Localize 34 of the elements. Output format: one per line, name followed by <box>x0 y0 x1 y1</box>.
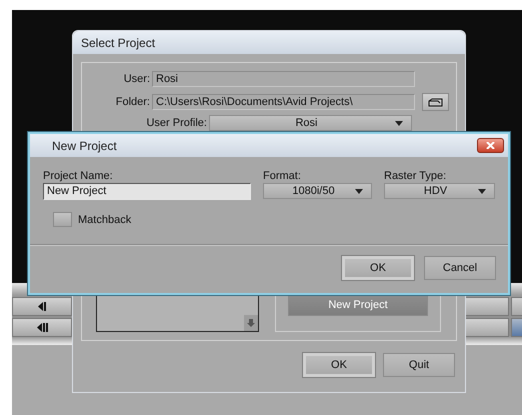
caret-icon <box>355 188 363 194</box>
scroll-down-icon[interactable] <box>244 315 258 331</box>
toolbar-button[interactable] <box>511 318 522 337</box>
window-title: Select Project <box>73 31 465 54</box>
format-dropdown[interactable]: 1080i/50 <box>263 183 372 199</box>
step-back-icon <box>38 302 46 311</box>
close-button[interactable] <box>477 138 504 153</box>
caret-icon <box>395 120 403 126</box>
project-name-field[interactable]: New Project <box>43 183 251 200</box>
close-icon <box>486 142 495 149</box>
field-label: Format: <box>263 170 302 182</box>
ok-button[interactable]: OK <box>303 353 375 377</box>
field-label: Raster Type: <box>384 170 448 182</box>
toolbar-button[interactable] <box>511 297 522 316</box>
field-label: User Profile: <box>145 117 207 129</box>
folder-field[interactable]: C:\Users\Rosi\Documents\Avid Projects\ <box>152 94 415 110</box>
user-profile-dropdown[interactable]: Rosi <box>209 115 412 131</box>
rewind-button[interactable] <box>12 297 72 316</box>
quit-button[interactable]: Quit <box>383 353 455 377</box>
matchback-checkbox[interactable] <box>53 212 72 227</box>
window-title: New Project <box>52 138 117 152</box>
browse-button[interactable] <box>422 93 449 111</box>
field-label: Project Name: <box>43 170 114 182</box>
caret-icon <box>478 188 486 194</box>
cancel-button[interactable]: Cancel <box>424 256 496 280</box>
ok-button[interactable]: OK <box>342 256 414 280</box>
field-label: User: <box>122 73 150 85</box>
folder-icon <box>428 98 443 106</box>
user-field[interactable]: Rosi <box>152 71 415 87</box>
raster-type-dropdown[interactable]: HDV <box>384 183 495 199</box>
fast-back-icon <box>36 323 48 332</box>
rewind-button[interactable] <box>12 318 72 337</box>
field-label: Folder: <box>114 96 150 108</box>
checkbox-label: Matchback <box>78 214 132 226</box>
